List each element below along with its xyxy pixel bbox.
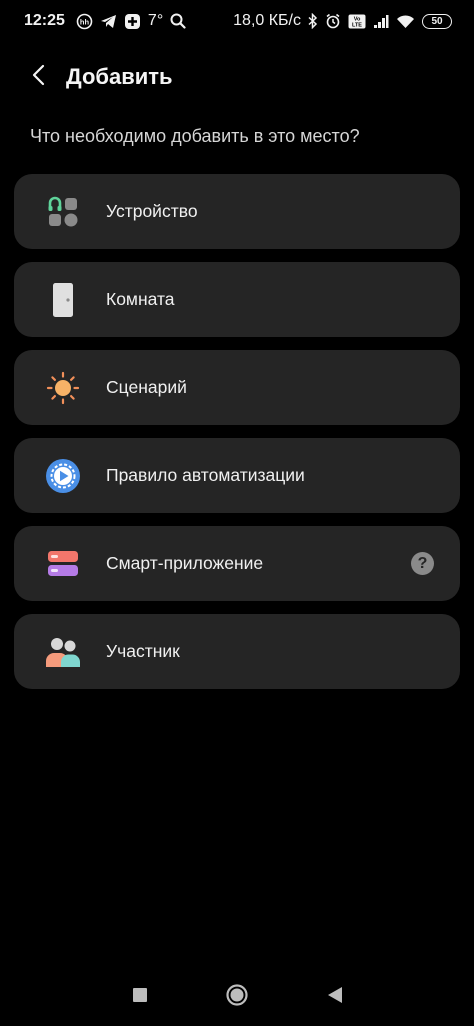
status-bar-left: 12:25 hh 7° [24, 12, 186, 30]
telegram-icon [100, 14, 117, 29]
status-time: 12:25 [24, 12, 65, 29]
help-icon[interactable]: ? [411, 552, 434, 575]
option-room-label: Комната [106, 289, 175, 309]
status-network-speed: 18,0 КБ/с [233, 12, 301, 29]
page-subtitle: Что необходимо добавить в это место? [30, 126, 360, 146]
door-icon [43, 280, 83, 320]
option-automation-rule-label: Правило автоматизации [106, 465, 305, 485]
status-bar: 12:25 hh 7° 18,0 КБ/с Vo LTE 50 [0, 0, 474, 42]
option-device-label: Устройство [106, 201, 198, 221]
option-member[interactable]: Участник [14, 614, 460, 689]
add-options-list: Устройство Комната Сценарий Правило авто… [14, 174, 460, 702]
alarm-icon [325, 13, 341, 29]
sun-icon [43, 368, 83, 408]
members-icon [43, 632, 83, 672]
option-room[interactable]: Комната [14, 262, 460, 337]
wifi-icon [396, 14, 415, 29]
option-device[interactable]: Устройство [14, 174, 460, 249]
option-smartapp-label: Смарт-приложение [106, 553, 264, 573]
svg-text:hh: hh [80, 17, 90, 26]
battery-level: 50 [431, 15, 443, 27]
home-button[interactable] [222, 982, 252, 1012]
chevron-left-icon [31, 63, 47, 92]
page-title: Добавить [66, 64, 173, 89]
back-icon [327, 986, 343, 1009]
svg-text:LTE: LTE [352, 22, 362, 28]
screen: 12:25 hh 7° 18,0 КБ/с Vo LTE 50 Добавить… [0, 0, 474, 1026]
play-clock-icon [43, 456, 83, 496]
bluetooth-icon [308, 13, 318, 29]
app-icon [124, 13, 141, 30]
header: Добавить [0, 54, 474, 100]
device-grid-icon [43, 192, 83, 232]
volte-icon: Vo LTE [348, 14, 366, 29]
system-nav-bar [0, 968, 474, 1026]
back-nav-button[interactable] [320, 982, 350, 1012]
status-bar-right: 18,0 КБ/с Vo LTE 50 [233, 12, 452, 30]
recents-icon [132, 987, 148, 1008]
search-icon [170, 13, 186, 29]
option-scene-label: Сценарий [106, 377, 187, 397]
status-temperature: 7° [147, 12, 164, 29]
option-smartapp[interactable]: Смарт-приложение ? [14, 526, 460, 601]
home-icon [225, 983, 249, 1012]
recents-button[interactable] [125, 982, 155, 1012]
option-member-label: Участник [106, 641, 180, 661]
battery-icon: 50 [422, 13, 452, 29]
smartapp-icon [43, 544, 83, 584]
back-button[interactable] [16, 54, 62, 100]
signal-icon [373, 14, 389, 29]
hh-icon: hh [76, 13, 93, 30]
option-automation-rule[interactable]: Правило автоматизации [14, 438, 460, 513]
option-scene[interactable]: Сценарий [14, 350, 460, 425]
